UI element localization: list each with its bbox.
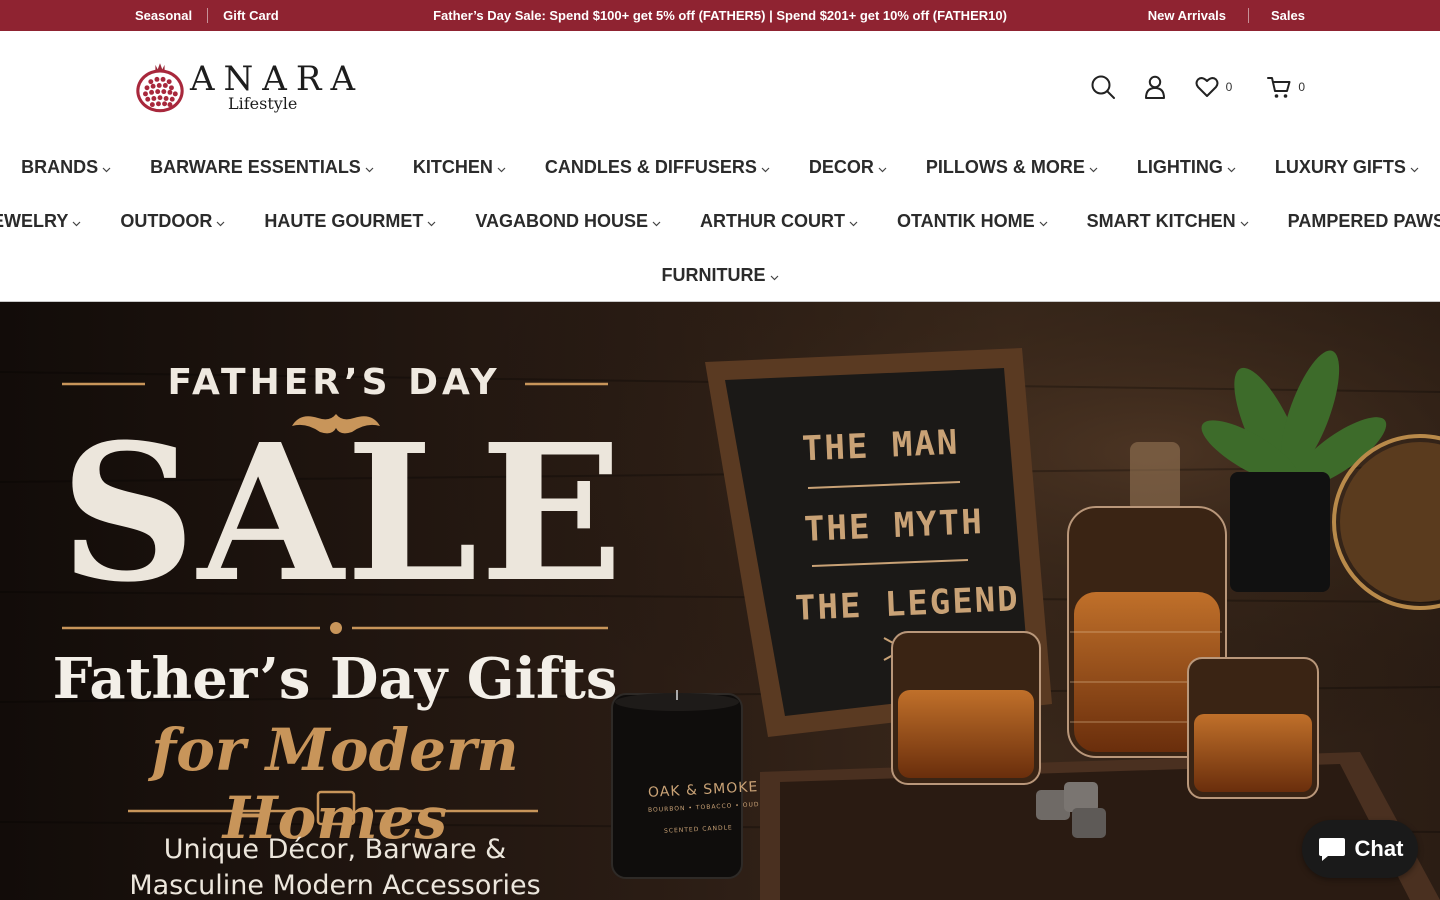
nav-row: BRANDS BARWARE ESSENTIALS KITCHEN CANDLES &… [0,140,1440,194]
nav-item-label: OUTDOOR [120,210,213,231]
nav-item-vagabond-house[interactable]: VAGABOND HOUSE [475,211,661,232]
announcement-bar: Father’s Day Sale: Spend $100+ get 5% of… [0,0,1440,31]
heart-icon [1195,77,1219,97]
chevron-down-icon [1089,167,1098,172]
chevron-down-icon [216,221,225,226]
topbar-link-seasonal[interactable]: Seasonal [135,8,192,23]
nav-item-arthur-court[interactable]: ARTHUR COURT [700,211,858,232]
nav-row: JEWELRY OUTDOOR HAUTE GOURMET VAGABOND HOUS… [0,194,1440,248]
chat-label: Chat [1354,836,1404,861]
hero-title: Father’s Day Gifts [52,646,618,712]
nav-item-label: CANDLES & DIFFUSERS [544,156,757,177]
hero-description-line: Masculine Modern Accessories [129,870,541,900]
divider [1248,8,1250,23]
chevron-down-icon [878,167,887,172]
topbar-right-links: New Arrivals Sales [1148,0,1305,31]
nav-item-label: LUXURY GIFTS [1274,156,1406,177]
hero-description-line: Unique Décor, Barware & [163,834,507,865]
nav-item-label: JEWELRY [0,210,69,231]
topbar-link-gift-card[interactable]: Gift Card [223,8,279,23]
nav-item-label: PILLOWS & MORE [925,156,1085,177]
nav-item-label: KITCHEN [412,156,493,177]
nav-item-decor[interactable]: DECOR [809,157,887,178]
chevron-down-icon [72,221,81,226]
nav-item-label: DECOR [808,156,874,177]
chevron-down-icon [497,167,506,172]
topbar-link-new-arrivals[interactable]: New Arrivals [1148,8,1226,23]
topbar-link-sales[interactable]: Sales [1271,8,1305,23]
nav-item-label: SMART KITCHEN [1086,210,1236,231]
site-logo[interactable]: ANARA Lifestyle [134,51,364,123]
hero-eyebrow: FATHER’S DAY [167,362,501,403]
wishlist-count: 0 [1225,80,1233,94]
nav-row: FURNITURE [0,248,1440,302]
nav-item-label: FURNITURE [661,264,766,285]
nav-item-outdoor[interactable]: OUTDOOR [120,211,225,232]
wishlist-button[interactable]: 0 [1194,74,1233,100]
chevron-down-icon [1410,167,1419,172]
logo-sub-text: Lifestyle [227,93,298,113]
sign-text-line: THE MYTH [803,502,985,550]
pomegranate-logo-icon [136,63,184,113]
site-header: ANARA Lifestyle 0 0 [0,31,1440,141]
cart-icon [1267,77,1291,98]
hero-description: Unique Décor, Barware & Masculine Modern… [40,832,630,900]
chevron-down-icon [365,167,374,172]
chevron-down-icon [1227,167,1236,172]
nav-item-haute-gourmet[interactable]: HAUTE GOURMET [264,211,436,232]
sign-text-line: THE MAN [801,422,961,470]
chat-bubble-icon [1318,838,1345,861]
nav-item-furniture[interactable]: FURNITURE [662,265,779,286]
cart-button[interactable]: 0 [1266,74,1305,100]
logo-brand-text: ANARA [189,58,364,99]
hero-headline: SALE [60,403,626,624]
hero-banner[interactable]: FATHER’S DAY SALE Father’s Day Gifts for… [0,302,1440,900]
cart-count: 0 [1298,80,1305,94]
user-icon [1144,75,1165,99]
search-button[interactable] [1090,74,1116,100]
chevron-down-icon [1240,221,1249,226]
main-navigation: BRANDS BARWARE ESSENTIALS KITCHEN CANDLES &… [0,140,1440,302]
nav-item-pampered-paws[interactable]: PAMPERED PAWS [1288,211,1440,232]
nav-item-label: BRANDS [21,156,99,177]
nav-item-kitchen[interactable]: KITCHEN [413,157,506,178]
search-icon [1091,75,1115,99]
nav-item-label: PAMPERED PAWS [1287,210,1440,231]
nav-item-luxury-gifts[interactable]: LUXURY GIFTS [1275,157,1419,178]
nav-item-label: HAUTE GOURMET [264,210,424,231]
nav-item-candles-and-diffusers[interactable]: CANDLES & DIFFUSERS [545,157,770,178]
nav-item-label: BARWARE ESSENTIALS [150,156,361,177]
nav-item-barware-essentials[interactable]: BARWARE ESSENTIALS [150,157,374,178]
nav-item-label: OTANTIK HOME [897,210,1035,231]
header-icons: 0 0 [1090,71,1305,103]
hero-text-block: FATHER’S DAY SALE Father’s Day Gifts for… [0,302,680,900]
nav-item-label: ARTHUR COURT [700,210,845,231]
chevron-down-icon [761,167,770,172]
nav-item-label: VAGABOND HOUSE [475,210,649,231]
nav-item-label: LIGHTING [1136,156,1223,177]
chevron-down-icon [770,275,778,280]
nav-item-jewelry[interactable]: JEWELRY [0,211,81,232]
topbar-left-links: Seasonal Gift Card [135,0,279,31]
divider [207,8,209,23]
chevron-down-icon [427,221,436,226]
chat-button[interactable]: Chat [1302,820,1418,878]
account-button[interactable] [1142,74,1168,100]
nav-item-pillows-and-more[interactable]: PILLOWS & MORE [926,157,1098,178]
chevron-down-icon [1039,221,1048,226]
nav-item-brands[interactable]: BRANDS [21,157,111,178]
nav-item-otantik-home[interactable]: OTANTIK HOME [897,211,1048,232]
chevron-down-icon [652,221,661,226]
chevron-down-icon [849,221,858,226]
nav-item-smart-kitchen[interactable]: SMART KITCHEN [1087,211,1249,232]
chevron-down-icon [102,167,111,172]
nav-item-lighting[interactable]: LIGHTING [1137,157,1236,178]
